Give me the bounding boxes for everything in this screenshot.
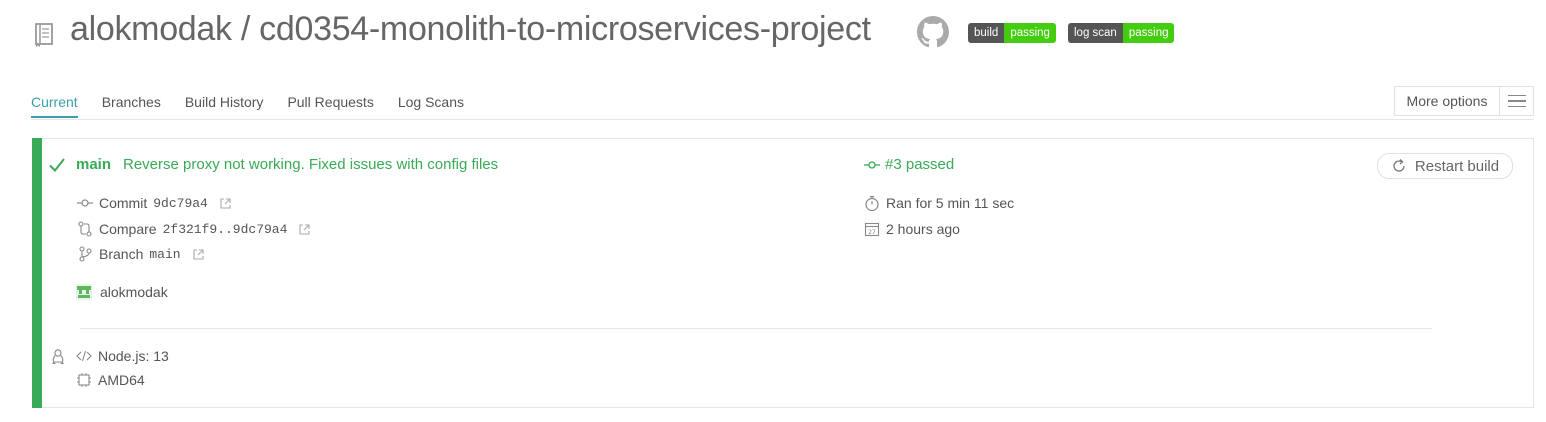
finished-row: 27 2 hours ago xyxy=(864,221,960,237)
repo-title[interactable]: alokmodak / cd0354-monolith-to-microserv… xyxy=(70,10,871,49)
commit-icon xyxy=(77,199,93,207)
tab-bar: Current Branches Build History Pull Requ… xyxy=(31,94,488,118)
more-options-label: More options xyxy=(1395,87,1500,115)
repo-icon xyxy=(35,23,53,47)
language-version: Node.js: 13 xyxy=(98,348,169,364)
compare-row: Compare 2f321f9..9dc79a4 xyxy=(77,221,310,237)
linux-icon xyxy=(52,349,64,364)
arch-row: AMD64 xyxy=(76,372,145,388)
tab-pull-requests[interactable]: Pull Requests xyxy=(287,94,373,118)
compare-range-link[interactable]: 2f321f9..9dc79a4 xyxy=(163,222,288,237)
restart-build-button[interactable]: Restart build xyxy=(1377,153,1513,179)
compare-label: Compare xyxy=(99,221,157,237)
build-number[interactable]: #3 passed xyxy=(864,156,954,173)
commit-icon xyxy=(864,160,880,169)
code-icon xyxy=(76,350,92,362)
svg-text:27: 27 xyxy=(868,229,876,236)
external-link-icon[interactable] xyxy=(220,197,231,209)
badge-label: build xyxy=(968,23,1005,43)
branch-icon xyxy=(79,246,92,262)
commit-message[interactable]: Reverse proxy not working. Fixed issues … xyxy=(123,156,498,173)
badge-status: passing xyxy=(1122,23,1175,43)
duration-row: Ran for 5 min 11 sec xyxy=(864,195,1014,211)
author-name[interactable]: alokmodak xyxy=(100,284,168,300)
architecture: AMD64 xyxy=(98,372,145,388)
tab-branches[interactable]: Branches xyxy=(102,94,161,118)
build-branch[interactable]: main xyxy=(76,156,111,173)
tab-build-history[interactable]: Build History xyxy=(185,94,264,118)
more-options-button[interactable]: More options xyxy=(1394,86,1534,116)
commit-row: Commit 9dc79a4 xyxy=(77,195,231,211)
log-scan-badge[interactable]: log scan passing xyxy=(1068,23,1175,43)
finished-time: 2 hours ago xyxy=(886,221,960,237)
restart-build-label: Restart build xyxy=(1414,157,1500,175)
commit-label: Commit xyxy=(99,195,148,211)
branch-link[interactable]: main xyxy=(149,247,180,262)
github-icon[interactable] xyxy=(917,16,949,48)
commit-hash-link[interactable]: 9dc79a4 xyxy=(153,196,208,211)
menu-icon[interactable] xyxy=(1500,87,1533,115)
language-row: Node.js: 13 xyxy=(76,348,169,364)
cpu-icon xyxy=(77,373,91,387)
external-link-icon[interactable] xyxy=(193,248,204,260)
branch-label: Branch xyxy=(99,246,144,262)
card-divider xyxy=(80,328,1432,329)
compare-icon xyxy=(78,221,92,237)
build-status-badge[interactable]: build passing xyxy=(968,23,1056,43)
restart-icon xyxy=(1393,159,1405,172)
check-icon xyxy=(49,158,65,173)
avatar[interactable] xyxy=(76,284,92,300)
build-status-stripe xyxy=(32,138,42,408)
calendar-icon: 27 xyxy=(864,222,880,237)
branch-row: Branch main xyxy=(77,246,204,262)
stopwatch-icon xyxy=(865,195,879,211)
external-link-icon[interactable] xyxy=(299,223,310,235)
tabs-divider xyxy=(31,119,1534,120)
build-card xyxy=(32,138,1534,408)
badge-status: passing xyxy=(1004,23,1056,43)
tab-log-scans[interactable]: Log Scans xyxy=(398,94,464,118)
badge-label: log scan xyxy=(1068,23,1123,43)
tab-current[interactable]: Current xyxy=(31,94,78,118)
build-number-label: #3 passed xyxy=(885,156,955,173)
author-row: alokmodak xyxy=(76,284,168,300)
build-duration: Ran for 5 min 11 sec xyxy=(886,195,1015,211)
